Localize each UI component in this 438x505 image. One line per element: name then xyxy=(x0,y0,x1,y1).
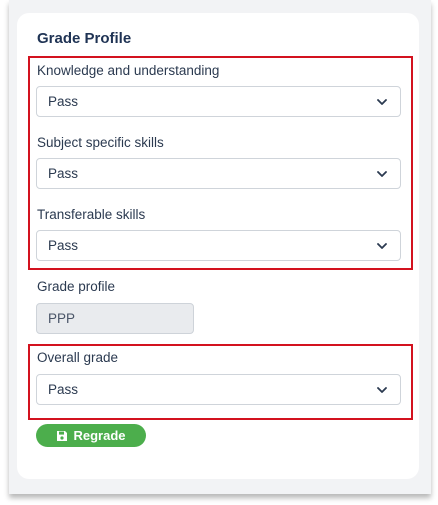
grade-profile-value: PPP xyxy=(48,311,76,326)
subject-skills-label: Subject specific skills xyxy=(37,135,164,150)
overall-grade-label: Overall grade xyxy=(37,350,119,365)
floppy-disk-icon xyxy=(56,430,68,442)
chevron-down-icon xyxy=(376,168,388,180)
chevron-down-icon xyxy=(376,384,388,396)
transferable-skills-select[interactable]: Pass xyxy=(36,230,401,261)
grade-profile-field: PPP xyxy=(36,303,194,334)
regrade-button-label: Regrade xyxy=(73,428,126,443)
overall-grade-select[interactable]: Pass xyxy=(36,374,401,405)
knowledge-select-value: Pass xyxy=(48,94,79,109)
transferable-skills-select-value: Pass xyxy=(48,238,79,253)
overall-grade-select-value: Pass xyxy=(48,382,79,397)
subject-skills-select[interactable]: Pass xyxy=(36,158,401,189)
subject-skills-select-value: Pass xyxy=(48,166,79,181)
panel-title: Grade Profile xyxy=(37,30,132,47)
regrade-button[interactable]: Regrade xyxy=(36,424,146,447)
chevron-down-icon xyxy=(376,96,388,108)
knowledge-select[interactable]: Pass xyxy=(36,86,401,117)
transferable-skills-label: Transferable skills xyxy=(37,207,146,222)
knowledge-label: Knowledge and understanding xyxy=(37,63,220,78)
grade-profile-label: Grade profile xyxy=(37,279,116,294)
chevron-down-icon xyxy=(376,240,388,252)
